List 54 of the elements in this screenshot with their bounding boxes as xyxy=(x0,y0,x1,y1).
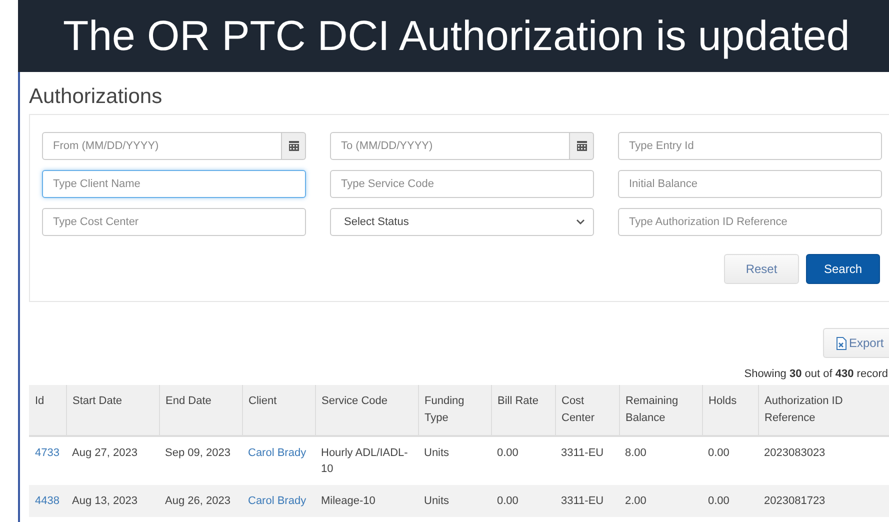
export-button[interactable]: Export xyxy=(823,328,889,358)
column-header[interactable]: Cost Center xyxy=(555,385,619,436)
table-link[interactable]: 4438 xyxy=(29,485,66,517)
record-count: Showing 30 out of 430 record xyxy=(743,368,888,382)
page-title: Authorizations xyxy=(29,84,164,110)
table-cell: Units xyxy=(418,436,491,485)
table-cell: 0.00 xyxy=(702,485,758,517)
chevron-down-icon xyxy=(576,219,585,225)
calendar-button[interactable] xyxy=(570,132,594,160)
table-cell: 2.00 xyxy=(619,485,702,517)
table-cell: Sep 09, 2023 xyxy=(159,436,242,485)
table-cell: Aug 27, 2023 xyxy=(66,436,159,485)
text-field[interactable]: Type Entry Id xyxy=(618,132,882,160)
column-header[interactable]: Start Date xyxy=(66,385,159,436)
column-header[interactable]: Authorization ID Reference xyxy=(758,385,889,436)
table-cell: Units xyxy=(418,485,491,517)
table-cell: Aug 26, 2023 xyxy=(159,485,242,517)
table-cell: 8.00 xyxy=(619,436,702,485)
table-cell: Hourly ADL/IADL-10 xyxy=(315,436,418,485)
column-header[interactable]: End Date xyxy=(159,385,242,436)
text-field[interactable]: Type Client Name xyxy=(42,170,306,198)
text-field[interactable]: Type Cost Center xyxy=(42,208,306,236)
table-link[interactable]: Carol Brady xyxy=(242,436,315,485)
column-header[interactable]: Remaining Balance xyxy=(619,385,702,436)
column-header[interactable]: Service Code xyxy=(315,385,418,436)
column-header[interactable]: Funding Type xyxy=(418,385,491,436)
text-field[interactable]: Type Service Code xyxy=(330,170,594,198)
text-field[interactable]: Type Authorization ID Reference xyxy=(618,208,882,236)
date-field[interactable]: To (MM/DD/YYYY) xyxy=(330,132,570,160)
column-header[interactable]: Bill Rate xyxy=(491,385,555,436)
table-cell: 2023081723 xyxy=(758,485,889,517)
table-cell: 0.00 xyxy=(491,436,555,485)
calendar-icon xyxy=(288,140,300,152)
banner-title: The OR PTC DCI Authorization is updated xyxy=(63,12,850,60)
table-link[interactable]: 4733 xyxy=(29,436,66,485)
status-dropdown[interactable]: Select Status xyxy=(330,208,594,236)
search-button[interactable]: Search xyxy=(806,254,880,284)
spreadsheet-file-icon xyxy=(836,336,847,350)
table-cell: 3311-EU xyxy=(555,436,619,485)
text-field[interactable]: Initial Balance xyxy=(618,170,882,198)
column-header[interactable]: Holds xyxy=(702,385,758,436)
date-field[interactable]: From (MM/DD/YYYY) xyxy=(42,132,282,160)
table-cell: 2023083023 xyxy=(758,436,889,485)
table-link[interactable]: Carol Brady xyxy=(242,485,315,517)
calendar-button[interactable] xyxy=(282,132,306,160)
column-header[interactable]: Client xyxy=(242,385,315,436)
table-cell: 0.00 xyxy=(491,485,555,517)
table-cell: 3311-EU xyxy=(555,485,619,517)
table-cell: 0.00 xyxy=(702,436,758,485)
table-cell: Mileage-10 xyxy=(315,485,418,517)
table-cell: Aug 13, 2023 xyxy=(66,485,159,517)
calendar-icon xyxy=(576,140,588,152)
reset-button[interactable]: Reset xyxy=(724,254,799,284)
column-header[interactable]: Id xyxy=(29,385,66,436)
